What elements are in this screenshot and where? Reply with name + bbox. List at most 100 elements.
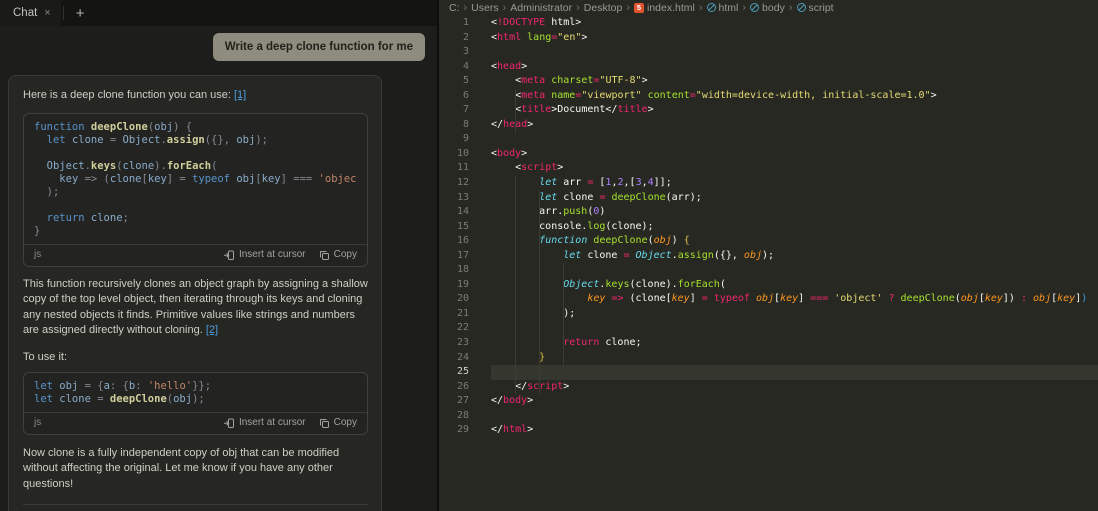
code-line[interactable]: 13 let clone = deepClone(arr); xyxy=(439,191,1098,206)
code-line[interactable]: 15 console.log(clone); xyxy=(439,220,1098,235)
breadcrumb-item-users[interactable]: Users xyxy=(471,2,498,14)
new-tab-button[interactable]: + xyxy=(66,5,95,22)
code-block-footer: js Insert at cursor Copy xyxy=(24,244,367,266)
code-line[interactable]: 3 xyxy=(439,45,1098,60)
assistant-intro: Here is a deep clone function you can us… xyxy=(23,88,368,104)
breadcrumb-item-administrator[interactable]: Administrator xyxy=(510,2,572,14)
code-line[interactable]: 2<html lang="en"> xyxy=(439,31,1098,46)
code-line[interactable]: 19 Object.keys(clone).forEach( xyxy=(439,278,1098,293)
copy-button[interactable]: Copy xyxy=(318,416,357,430)
code-line[interactable]: 10<body> xyxy=(439,147,1098,162)
code-line[interactable]: 26 </script> xyxy=(439,380,1098,395)
code-line-text: Object.keys(clone).forEach( xyxy=(34,160,357,173)
tab-chat[interactable]: Chat × xyxy=(0,0,61,26)
breadcrumb-item-html[interactable]: html xyxy=(707,2,739,14)
code-line-text: ); xyxy=(34,186,357,199)
copy-button[interactable]: Copy xyxy=(318,248,357,262)
code-actions: Insert at cursor Copy xyxy=(223,416,357,430)
code-line-text xyxy=(491,263,1098,278)
citation-link-1[interactable]: [1] xyxy=(234,89,246,101)
code-line[interactable]: 14 arr.push(0) xyxy=(439,205,1098,220)
code-line[interactable]: 7 <title>Document</title> xyxy=(439,103,1098,118)
code-line-text: <head> xyxy=(491,60,1098,75)
code-line[interactable]: 4<head> xyxy=(439,60,1098,75)
breadcrumb-item-indexhtml[interactable]: 5index.html xyxy=(634,2,695,14)
code-line[interactable]: 16 function deepClone(obj) { xyxy=(439,234,1098,249)
breadcrumb-item-c[interactable]: C: xyxy=(449,2,460,14)
breadcrumb-label: Users xyxy=(471,2,498,14)
code-line-text: let obj = {a: {b: 'hello'}}; xyxy=(34,380,357,393)
code-line-text: console.log(clone); xyxy=(491,220,1098,235)
chat-conversation: Write a deep clone function for me Here … xyxy=(0,26,437,511)
code-line-text: return clone; xyxy=(491,336,1098,351)
line-number: 25 xyxy=(439,365,469,380)
code-line[interactable]: 12 let arr = [1,2,[3,4]]; xyxy=(439,176,1098,191)
code-line-text: Object.keys(clone).forEach( xyxy=(491,278,1098,293)
code-line[interactable]: 29</html> xyxy=(439,423,1098,438)
code-line-text: </body> xyxy=(491,394,1098,409)
editor-pane: C:›Users›Administrator›Desktop›5index.ht… xyxy=(437,0,1098,511)
user-message-bubble: Write a deep clone function for me xyxy=(213,33,425,61)
code-line[interactable]: 6 <meta name="viewport" content="width=d… xyxy=(439,89,1098,104)
line-number: 27 xyxy=(439,394,469,409)
code-line[interactable]: 11 <script> xyxy=(439,161,1098,176)
breadcrumb-separator: › xyxy=(464,2,468,14)
breadcrumb-item-body[interactable]: body xyxy=(750,2,785,14)
code-line-text: arr.push(0) xyxy=(491,205,1098,220)
code-block-2: let obj = {a: {b: 'hello'}};let clone = … xyxy=(23,372,368,435)
code-line-text xyxy=(491,45,1098,60)
code-line[interactable]: 27 </body> xyxy=(439,394,1098,409)
insert-at-cursor-icon xyxy=(223,249,235,261)
code-line[interactable]: 23 return clone; xyxy=(439,336,1098,351)
breadcrumb-label: body xyxy=(762,2,785,14)
code-line-text: <title>Document</title> xyxy=(491,103,1098,118)
copy-label: Copy xyxy=(334,416,357,430)
citation-link-2[interactable]: [2] xyxy=(206,324,218,336)
code-line[interactable]: 1<!DOCTYPE html> xyxy=(439,16,1098,31)
code-line-text: return clone; xyxy=(34,212,357,225)
line-number: 29 xyxy=(439,423,469,438)
line-number: 13 xyxy=(439,191,469,206)
intro-text: Here is a deep clone function you can us… xyxy=(23,89,231,101)
code-line[interactable]: 17 let clone = Object.assign({}, obj); xyxy=(439,249,1098,264)
code-line-text: key => (clone[key] = typeof obj[key] ===… xyxy=(34,173,357,186)
line-number: 23 xyxy=(439,336,469,351)
line-number: 14 xyxy=(439,205,469,220)
code-line[interactable]: 5 <meta charset="UTF-8"> xyxy=(439,74,1098,89)
insert-at-cursor-button[interactable]: Insert at cursor xyxy=(223,248,306,262)
breadcrumb-label: Administrator xyxy=(510,2,572,14)
code-line-text: </script> xyxy=(491,380,1098,395)
line-number: 7 xyxy=(439,103,469,118)
code-line[interactable]: 22 xyxy=(439,321,1098,336)
breadcrumb-label: script xyxy=(809,2,834,14)
code-line[interactable]: 20 key => (clone[key] = typeof obj[key] … xyxy=(439,292,1098,307)
element-icon xyxy=(707,3,716,12)
breadcrumb-separator: › xyxy=(626,2,630,14)
code-line[interactable]: 8</head> xyxy=(439,118,1098,133)
breadcrumb-label: Desktop xyxy=(584,2,623,14)
line-number: 15 xyxy=(439,220,469,235)
code-line-text xyxy=(491,321,1098,336)
breadcrumb-item-script[interactable]: script xyxy=(797,2,834,14)
code-line[interactable]: 21 ); xyxy=(439,307,1098,322)
html5-icon: 5 xyxy=(634,3,644,13)
breadcrumb-item-desktop[interactable]: Desktop xyxy=(584,2,623,14)
code-line[interactable]: 18 xyxy=(439,263,1098,278)
insert-at-cursor-icon xyxy=(223,417,235,429)
insert-at-cursor-button[interactable]: Insert at cursor xyxy=(223,416,306,430)
breadcrumb-separator: › xyxy=(742,2,746,14)
code-line[interactable]: 28 xyxy=(439,409,1098,424)
code-line[interactable]: 9 xyxy=(439,132,1098,147)
code-line-text: <html lang="en"> xyxy=(491,31,1098,46)
line-number: 21 xyxy=(439,307,469,322)
code-line-text: <body> xyxy=(491,147,1098,162)
copy-icon xyxy=(318,417,330,429)
line-number: 12 xyxy=(439,176,469,191)
code-line[interactable]: 24 } xyxy=(439,351,1098,366)
code-line[interactable]: 25 xyxy=(439,365,1098,380)
line-number: 3 xyxy=(439,45,469,60)
sources-divider xyxy=(23,504,368,505)
close-icon[interactable]: × xyxy=(44,7,50,19)
line-number: 1 xyxy=(439,16,469,31)
line-number: 16 xyxy=(439,234,469,249)
